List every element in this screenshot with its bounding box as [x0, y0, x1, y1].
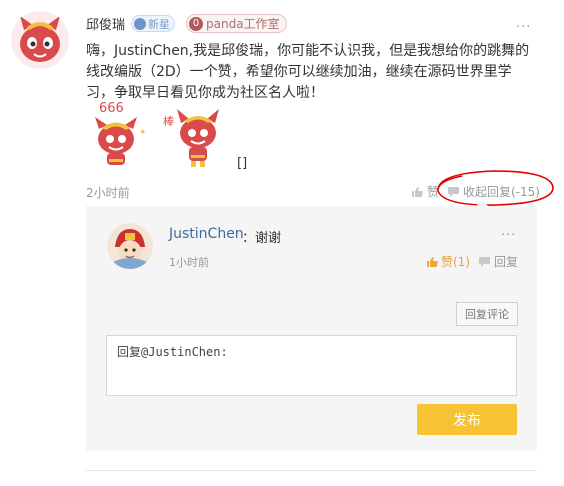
reply-username[interactable]: JustinChen [169, 226, 244, 242]
reply-to-reply-label: 回复 [494, 255, 519, 269]
sticker-bang-caption: 棒 [163, 114, 174, 128]
sticker-bang: 棒 [161, 99, 231, 171]
comment-icon [479, 256, 490, 267]
comment-username[interactable]: 邱俊瑞 [86, 14, 125, 33]
team-count: 0 [189, 16, 203, 31]
reply-like-label: 赞(1) [441, 255, 470, 269]
reply-comment-button[interactable]: 回复评论 [456, 302, 518, 326]
sticker-666: 666 ✦ [85, 99, 155, 171]
avatar[interactable] [10, 10, 70, 70]
reply-like-button[interactable]: 赞(1) [426, 253, 470, 270]
team-badge[interactable]: 0 panda工作室 [186, 14, 287, 33]
thumbs-up-icon [412, 186, 423, 197]
svg-text:✦: ✦ [139, 128, 147, 138]
reply-more-options-button[interactable]: ··· [501, 228, 516, 243]
team-label: panda工作室 [206, 17, 280, 31]
red-circle-annotation [437, 170, 554, 206]
thumbs-up-icon [427, 256, 438, 267]
reply-panel: JustinChen ：谢谢 ··· 1小时前 赞(1) 回复 回复评论 回复@… [86, 200, 537, 451]
comment-content: 嗨，JustinChen,我是邱俊瑞，你可能不认识我，但是我想给你的跳舞的线改编… [86, 43, 530, 101]
reply-input[interactable]: 回复@JustinChen: [106, 335, 517, 396]
reply-text: ：谢谢 [242, 231, 282, 246]
reply-to-reply-button[interactable]: 回复 [478, 253, 518, 270]
reply-time: 1小时前 [169, 256, 209, 269]
new-star-label: 新星 [148, 17, 170, 31]
publish-button[interactable]: 发布 [417, 404, 517, 435]
comment-time: 2小时前 [86, 186, 130, 200]
star-badge-icon [134, 17, 146, 30]
divider [86, 470, 537, 471]
reply-avatar[interactable] [107, 223, 153, 269]
sticker-placeholder: [] [237, 156, 248, 171]
sticker-666-caption: 666 [99, 101, 124, 116]
new-star-badge: 新星 [131, 15, 175, 32]
more-options-button[interactable]: ··· [516, 20, 531, 35]
